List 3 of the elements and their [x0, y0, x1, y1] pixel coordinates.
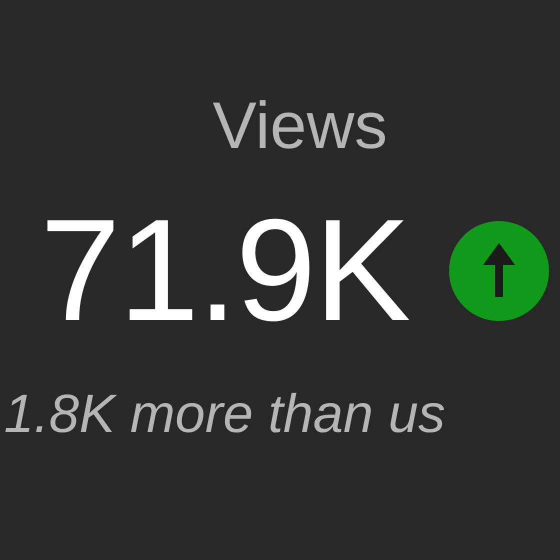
stat-value: 71.9K — [40, 198, 409, 343]
stat-label: Views — [212, 92, 388, 158]
comparison-text: 1.8K more than us — [3, 387, 446, 441]
